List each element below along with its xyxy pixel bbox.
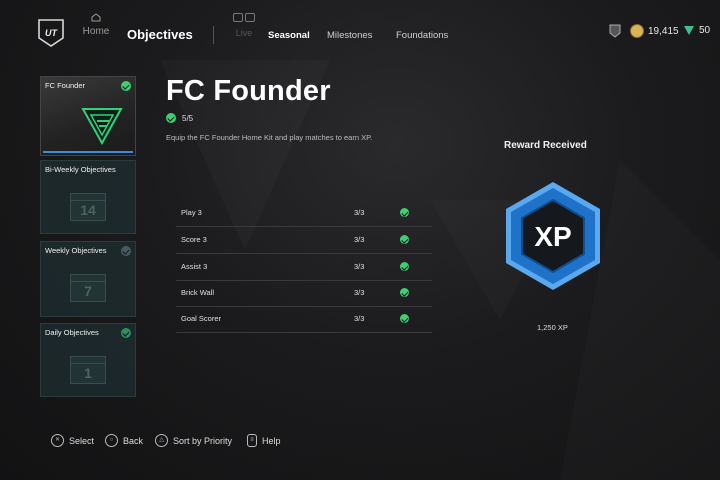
- objective-progress: 5/5: [166, 113, 193, 123]
- sidebar-item-bi-weekly[interactable]: Bi-Weekly Objectives 14: [40, 160, 136, 234]
- objective-description: Equip the FC Founder Home Kit and play m…: [166, 133, 373, 142]
- nav-divider: [213, 26, 214, 44]
- calendar-icon: 14: [70, 193, 106, 221]
- home-icon: [91, 13, 101, 22]
- calendar-icon: 7: [70, 274, 106, 302]
- sidebar-item-label: Bi-Weekly Objectives: [45, 165, 116, 174]
- sidebar-item-label: Weekly Objectives: [45, 246, 107, 255]
- completed-check-icon: [400, 288, 409, 297]
- completed-check-icon: [121, 81, 131, 91]
- tab-milestones[interactable]: Milestones: [327, 30, 372, 41]
- objective-value: 3/3: [354, 288, 365, 297]
- help-label: Help: [262, 435, 281, 446]
- sidebar-item-fc-founder[interactable]: FC Founder: [40, 76, 136, 156]
- progress-value: 5/5: [182, 113, 194, 123]
- tab-foundations[interactable]: Foundations: [396, 30, 448, 41]
- objective-row[interactable]: Play 3 3/3: [176, 200, 432, 227]
- fc-founder-crest-icon: [81, 108, 123, 145]
- coins-balance: 19,415: [630, 24, 679, 38]
- sort-control[interactable]: △ Sort by Priority: [155, 434, 232, 447]
- tab-seasonal[interactable]: Seasonal: [268, 30, 310, 41]
- select-label: Select: [69, 435, 95, 446]
- objective-name: Play 3: [181, 208, 202, 217]
- xp-badge-icon: XP: [506, 182, 600, 290]
- calendar-icon: 1: [70, 356, 106, 384]
- completed-check-icon: [400, 235, 409, 244]
- sidebar-item-daily[interactable]: Daily Objectives 1: [40, 323, 136, 397]
- objective-title: FC Founder: [166, 75, 331, 107]
- circle-button-icon: ○: [105, 434, 118, 447]
- help-control[interactable]: ≡ Help: [247, 434, 281, 447]
- nav-home[interactable]: Home: [80, 13, 112, 37]
- objective-value: 3/3: [354, 314, 365, 323]
- status-icon: [121, 246, 131, 256]
- objective-name: Score 3: [181, 235, 207, 244]
- points-balance: 50: [683, 24, 710, 36]
- page-title: Objectives: [127, 27, 193, 42]
- nav-live-label: Live: [235, 28, 253, 38]
- coins-value: 19,415: [648, 25, 679, 37]
- live-icon: [229, 13, 259, 22]
- ut-logo-icon[interactable]: UT: [38, 18, 64, 48]
- objective-row[interactable]: Assist 3 3/3: [176, 254, 432, 281]
- options-button-icon: ≡: [247, 434, 257, 447]
- status-icon: [121, 328, 131, 338]
- objective-value: 3/3: [354, 235, 365, 244]
- completed-check-icon: [166, 113, 176, 123]
- completed-check-icon: [400, 208, 409, 217]
- objective-row[interactable]: Brick Wall 3/3: [176, 280, 432, 307]
- nav-live[interactable]: Live: [229, 13, 259, 38]
- objective-value: 3/3: [354, 208, 365, 217]
- cross-button-icon: ✕: [51, 434, 64, 447]
- objective-name: Assist 3: [181, 262, 208, 271]
- sort-label: Sort by Priority: [173, 435, 233, 446]
- sidebar-item-weekly[interactable]: Weekly Objectives 7: [40, 241, 136, 317]
- nav-home-label: Home: [82, 26, 110, 37]
- objective-name: Brick Wall: [181, 288, 215, 297]
- active-indicator: [43, 151, 133, 153]
- objective-name: Goal Scorer: [181, 314, 222, 323]
- reward-amount: 1,250 XP: [537, 323, 568, 332]
- objective-value: 3/3: [354, 262, 365, 271]
- fc-points-icon: [684, 26, 694, 35]
- sidebar-item-label: FC Founder: [45, 81, 86, 90]
- coin-icon: [630, 24, 644, 38]
- trophy-currency: [609, 24, 621, 38]
- objective-row[interactable]: Goal Scorer 3/3: [176, 306, 432, 333]
- svg-text:XP: XP: [534, 221, 571, 252]
- select-control[interactable]: ✕ Select: [51, 434, 94, 447]
- completed-check-icon: [400, 314, 409, 323]
- objective-row[interactable]: Score 3 3/3: [176, 227, 432, 254]
- sidebar-item-label: Daily Objectives: [45, 328, 99, 337]
- trophy-icon: [609, 24, 621, 38]
- completed-check-icon: [400, 262, 409, 271]
- reward-title: Reward Received: [504, 140, 587, 151]
- points-value: 50: [699, 24, 711, 36]
- back-control[interactable]: ○ Back: [105, 434, 143, 447]
- back-label: Back: [123, 435, 144, 446]
- svg-text:UT: UT: [45, 28, 58, 38]
- triangle-button-icon: △: [155, 434, 168, 447]
